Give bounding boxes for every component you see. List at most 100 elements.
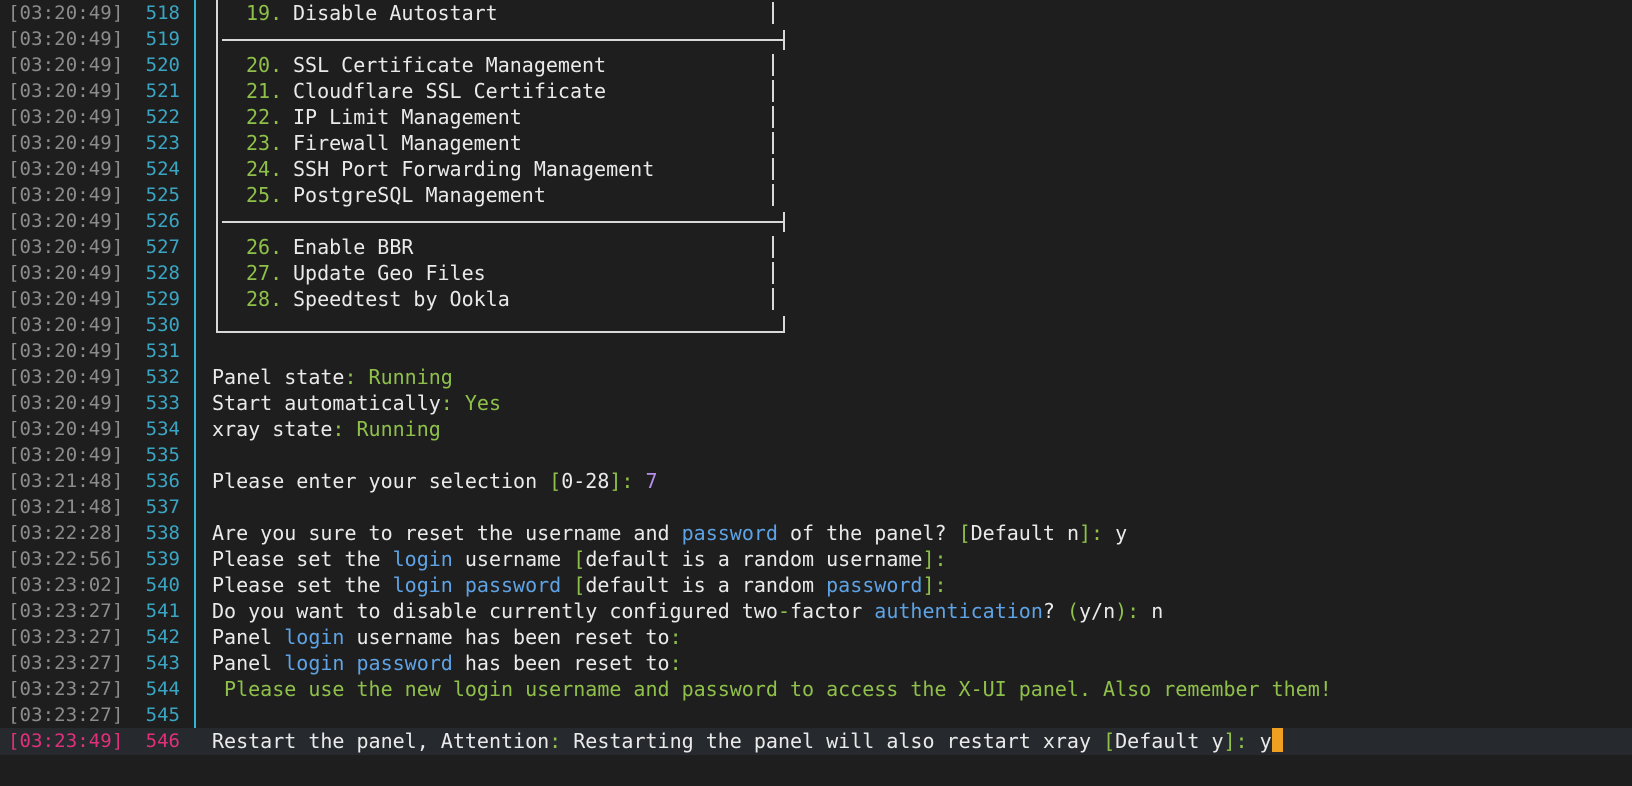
- text-segment: Please use the new login username and pa…: [212, 677, 1332, 701]
- terminal-line: [03:22:56] 539 Please set the login userna…: [0, 546, 1632, 573]
- line-timestamp: [03:21:48]: [8, 470, 124, 492]
- line-content: Panel login username has been reset to:: [212, 624, 1632, 651]
- line-number: 526: [145, 210, 180, 232]
- line-number: 518: [145, 2, 180, 24]
- line-number: 540: [145, 574, 180, 596]
- text-segment: ]:: [1223, 729, 1260, 753]
- line-number: 533: [145, 392, 180, 414]
- terminal-line: [03:20:49] 534 xray state: Running: [0, 416, 1632, 443]
- menu-item-number: 27.: [246, 261, 283, 285]
- menu-item-label: Cloudflare SSL Certificate: [293, 79, 607, 103]
- text-segment: (: [1066, 599, 1079, 623]
- line-number: 521: [145, 80, 180, 102]
- line-content: [220, 208, 1632, 235]
- text-segment: :: [440, 391, 465, 415]
- terminal-line: [03:20:49] 527 26. Enable BBR: [0, 234, 1632, 261]
- terminal-line: [03:20:49] 520 20. SSL Certificate Manageme…: [0, 52, 1632, 79]
- text-segment: factor: [789, 599, 875, 623]
- text-segment: [: [549, 469, 562, 493]
- line-timestamp: [03:20:49]: [8, 132, 124, 154]
- terminal-line: [03:23:27] 542 Panel login username has be…: [0, 624, 1632, 651]
- line-content: Panel state: Running: [212, 364, 1632, 391]
- terminal-line: [03:20:49] 523 23. Firewall Management: [0, 130, 1632, 157]
- line-timestamp: [03:20:49]: [8, 314, 124, 336]
- text-segment: Start automatically: [212, 391, 441, 415]
- line-timestamp: [03:23:27]: [8, 652, 124, 674]
- terminal-line: [03:20:49] 533 Start automatically: Yes: [0, 390, 1632, 417]
- text-segment: login: [392, 573, 453, 597]
- text-segment: [: [573, 547, 586, 571]
- terminal-line: [03:20:49] 532 Panel state: Running: [0, 364, 1632, 391]
- terminal-line: [03:20:49] 530: [0, 312, 1632, 339]
- line-timestamp: [03:20:49]: [8, 184, 124, 206]
- line-content: Please enter your selection [0-28]: 7: [212, 468, 1632, 495]
- text-segment: Running: [368, 365, 453, 389]
- line-timestamp: [03:20:49]: [8, 210, 124, 232]
- line-number: 535: [145, 444, 180, 466]
- text-segment: password: [826, 573, 923, 597]
- terminal-line: [03:20:49] 535: [0, 442, 1632, 469]
- text-segment: Please set the: [212, 573, 393, 597]
- line-number: 545: [145, 704, 180, 726]
- text-segment: Default y: [1115, 729, 1224, 753]
- menu-item-number: 21.: [246, 79, 283, 103]
- menu-item-label: SSL Certificate Management: [293, 53, 607, 77]
- line-content: 21. Cloudflare SSL Certificate: [220, 78, 1632, 105]
- text-segment: ]:: [922, 547, 947, 571]
- menu-item-label: Enable BBR: [293, 235, 414, 259]
- text-segment: Restart the panel, Attention: [212, 729, 550, 753]
- line-timestamp: [03:20:49]: [8, 106, 124, 128]
- menu-item-number: 28.: [246, 287, 283, 311]
- text-segment: Running: [356, 417, 441, 441]
- text-segment: xray state: [212, 417, 333, 441]
- line-number: 523: [145, 132, 180, 154]
- menu-item-label: Disable Autostart: [293, 1, 498, 25]
- line-timestamp: [03:20:49]: [8, 54, 124, 76]
- menu-item-label: IP Limit Management: [293, 105, 522, 129]
- text-segment: :: [344, 365, 369, 389]
- line-content: 25. PostgreSQL Management: [220, 182, 1632, 209]
- text-segment: username has been reset to: [344, 625, 670, 649]
- line-number: 528: [145, 262, 180, 284]
- line-number: 541: [145, 600, 180, 622]
- text-segment: Do you want to disable currently configu…: [212, 599, 778, 623]
- menu-item-number: 22.: [246, 105, 283, 129]
- line-number: 522: [145, 106, 180, 128]
- line-number: 542: [145, 626, 180, 648]
- line-content: Please use the new login username and pa…: [220, 676, 1632, 703]
- text-segment: password: [464, 573, 562, 597]
- text-segment: default is a random: [585, 573, 827, 597]
- line-number: 532: [145, 366, 180, 388]
- text-segment: ?: [1042, 599, 1067, 623]
- line-content: [220, 702, 1632, 729]
- menu-item-number: 25.: [246, 183, 283, 207]
- text-segment: authentication: [874, 599, 1043, 623]
- text-segment: [453, 573, 465, 597]
- terminal-line: [03:20:49] 528 27. Update Geo Files: [0, 260, 1632, 287]
- text-segment: [: [958, 521, 971, 545]
- line-number: 529: [145, 288, 180, 310]
- text-segment: ):: [1115, 599, 1152, 623]
- line-number: 538: [145, 522, 180, 544]
- terminal-window[interactable]: [03:20:49] 518 19. Disable Autostart [03:20:…: [0, 0, 1632, 786]
- line-timestamp: [03:20:49]: [8, 366, 124, 388]
- line-content: [220, 338, 1632, 365]
- terminal-line: [03:22:28] 538 Are you sure to reset the u…: [0, 520, 1632, 547]
- line-number: 534: [145, 418, 180, 440]
- line-content: Panel login password has been reset to:: [212, 650, 1632, 677]
- menu-item-label: SSH Port Forwarding Management: [293, 157, 655, 181]
- terminal-line: [03:20:49] 531: [0, 338, 1632, 365]
- line-number: 539: [145, 548, 180, 570]
- line-content: [220, 26, 1632, 53]
- text-segment: login: [284, 625, 345, 649]
- text-cursor[interactable]: [1271, 728, 1283, 752]
- line-timestamp: [03:22:28]: [8, 522, 124, 544]
- line-number: 530: [145, 314, 180, 336]
- text-segment: Panel: [212, 625, 285, 649]
- terminal-line: [03:20:49] 525 25. PostgreSQL Management: [0, 182, 1632, 209]
- terminal-line: [03:21:48] 536 Please enter your selection…: [0, 468, 1632, 495]
- line-timestamp: [03:20:49]: [8, 418, 124, 440]
- text-segment: has been reset to: [452, 651, 670, 675]
- line-timestamp: [03:20:49]: [8, 2, 124, 24]
- terminal-line: [03:23:27] 544 Please use the new login u…: [0, 676, 1632, 703]
